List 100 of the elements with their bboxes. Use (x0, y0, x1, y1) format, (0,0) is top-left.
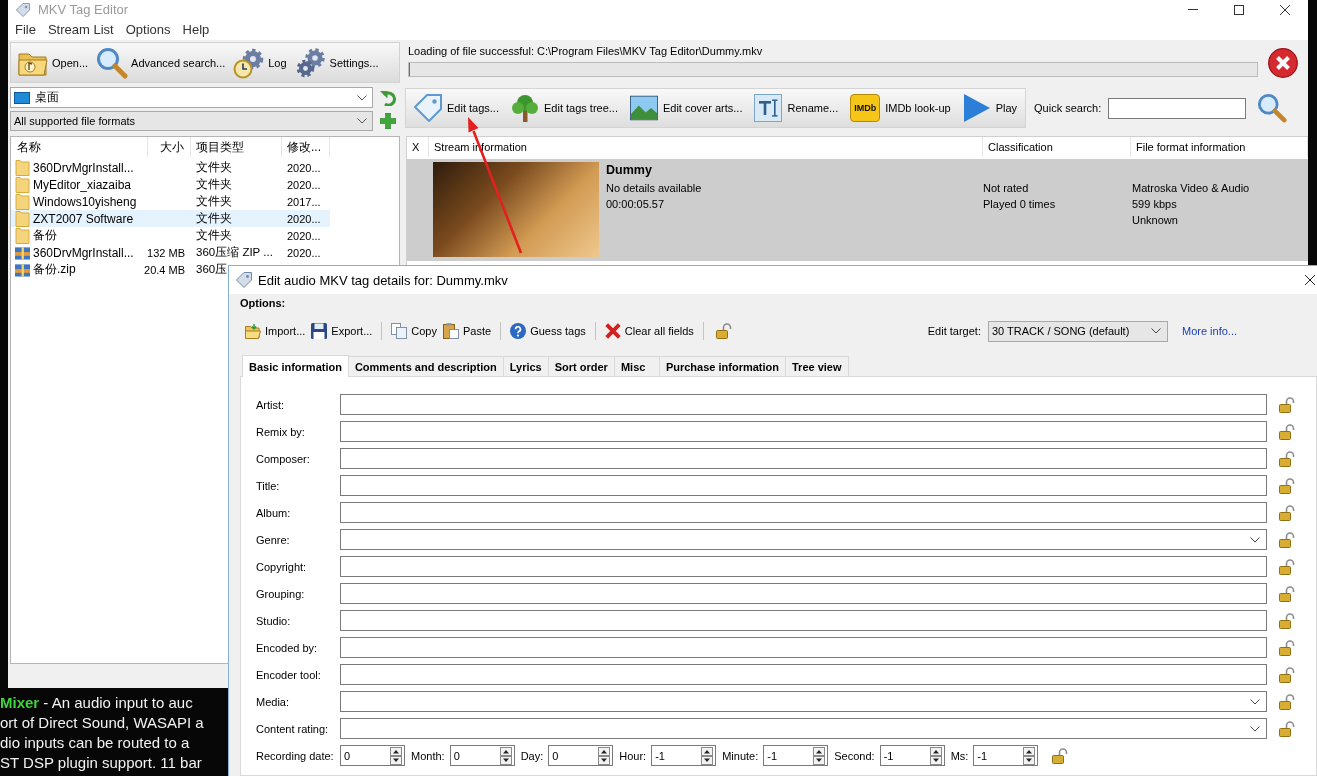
menu-item[interactable]: Stream List (41, 21, 120, 38)
toolbar-button[interactable]: Edit tags... (408, 90, 505, 126)
tab[interactable]: Basic information (242, 355, 349, 377)
toolbar-button[interactable]: IMDb IMDb look-up (844, 90, 957, 126)
input-field[interactable] (340, 556, 1267, 577)
column-header[interactable]: 名称 (11, 137, 148, 157)
search-icon[interactable] (1257, 93, 1288, 123)
spin-field[interactable]: 0 (548, 745, 614, 766)
file-date: 2017... (287, 195, 321, 208)
toolbar-button[interactable]: Guess tags (507, 320, 589, 342)
toolbar-button[interactable]: Advanced search... (92, 43, 230, 82)
dropdown-field[interactable] (340, 691, 1267, 712)
toolbar-button[interactable]: Settings... (290, 43, 383, 82)
input-field[interactable] (340, 502, 1267, 523)
input-field[interactable] (340, 421, 1267, 442)
padlock-icon[interactable] (1277, 504, 1295, 521)
dropdown-field[interactable] (340, 529, 1267, 550)
window-title: MKV Tag Editor (38, 2, 129, 17)
toolbar-button[interactable]: Clear all fields (601, 320, 697, 342)
folder-icon (15, 193, 30, 210)
file-row[interactable]: 360DrvMgrInstall... 文件夹 2020... (11, 159, 330, 176)
close-icon[interactable] (1268, 48, 1298, 78)
toolbar-button[interactable]: Edit cover arts... (623, 90, 749, 126)
toolbar-button[interactable]: Log (229, 43, 291, 82)
padlock-icon[interactable] (1277, 423, 1295, 440)
padlock-icon[interactable] (1277, 693, 1295, 710)
toolbar-button[interactable]: Import... (242, 320, 309, 342)
padlock-icon[interactable] (1277, 720, 1295, 737)
toolbar-button[interactable]: Edit tags tree... (505, 90, 624, 126)
format-text: Unknown (1132, 213, 1179, 228)
spin-field[interactable]: -1 (763, 745, 829, 766)
spin-field[interactable]: -1 (651, 745, 717, 766)
toolbar-button[interactable]: Export... (308, 320, 376, 342)
filter-dropdown[interactable]: All supported file formats (10, 111, 373, 131)
spin-arrows-icon (598, 746, 611, 765)
dropdown-field[interactable] (340, 718, 1267, 739)
column-header[interactable]: 大小 (148, 137, 191, 157)
help-icon (510, 323, 527, 339)
input-field[interactable] (340, 583, 1267, 604)
more-info-link[interactable]: More info... (1181, 325, 1237, 337)
toolbar-button[interactable]: Paste (440, 320, 495, 342)
input-field[interactable] (340, 610, 1267, 631)
format-text: 599 kbps (1132, 197, 1178, 212)
spin-field[interactable]: -1 (973, 745, 1039, 766)
format-text: Matroska Video & Audio (1132, 181, 1251, 196)
column-header[interactable]: File format information (1131, 137, 1308, 157)
padlock-icon[interactable] (1277, 531, 1295, 548)
padlock-icon[interactable] (1277, 639, 1295, 656)
column-header[interactable]: 修改... (282, 137, 330, 157)
edit-target-dropdown[interactable]: 30 TRACK / SONG (default) (987, 320, 1168, 342)
add-icon[interactable] (380, 113, 396, 129)
file-row[interactable]: ZXT2007 Software 文件夹 2020... (11, 210, 330, 227)
column-header[interactable]: 项目类型 (191, 137, 282, 157)
file-row[interactable]: 360DrvMgrInstall... 132 MB 360压缩 ZIP ... 2020... (11, 244, 330, 261)
menu-item[interactable]: Options (119, 21, 177, 38)
file-row[interactable]: 备份 文件夹 2020... (11, 227, 330, 244)
input-field[interactable] (340, 448, 1267, 469)
input-field[interactable] (340, 664, 1267, 685)
padlock-icon[interactable] (713, 323, 732, 339)
menu-item[interactable]: File (9, 21, 42, 38)
tag-icon (236, 272, 252, 288)
file-row[interactable]: Windows10yisheng 文件夹 2017... (11, 193, 330, 210)
padlock-icon[interactable] (1277, 450, 1295, 467)
spin-field[interactable]: -1 (879, 745, 945, 766)
toolbar-button[interactable]: Rename... (748, 90, 845, 126)
toolbar-button[interactable]: Copy (388, 320, 440, 342)
refresh-icon[interactable] (380, 89, 396, 106)
input-field[interactable] (340, 394, 1267, 415)
column-header[interactable]: X (407, 137, 429, 157)
close-icon[interactable] (1305, 275, 1315, 285)
tab[interactable]: Tree view (785, 356, 849, 376)
file-row[interactable]: MyEditor_xiazaiba 文件夹 2020... (11, 176, 330, 193)
field-label: Artist: (256, 398, 286, 411)
padlock-icon[interactable] (1277, 477, 1295, 494)
field-label: Hour: (619, 749, 647, 762)
input-field[interactable] (340, 637, 1267, 658)
spin-field[interactable]: 0 (340, 745, 405, 766)
padlock-icon[interactable] (1277, 666, 1295, 683)
padlock-icon[interactable] (1277, 396, 1295, 413)
toolbar-button[interactable]: Play (956, 90, 1024, 126)
field-label: Genre: (256, 533, 291, 546)
padlock-icon[interactable] (1277, 558, 1295, 575)
close-icon[interactable] (1280, 4, 1290, 15)
column-header[interactable]: Classification (983, 137, 1131, 157)
tab[interactable]: Comments and description (347, 356, 504, 376)
maximize-icon[interactable] (1234, 4, 1244, 15)
tab[interactable]: Lyrics (502, 356, 549, 376)
padlock-icon[interactable] (1050, 747, 1069, 764)
spin-field[interactable]: 0 (449, 745, 515, 766)
input-field[interactable] (340, 475, 1267, 496)
toolbar-button[interactable]: Open... (13, 43, 93, 82)
location-dropdown[interactable]: 桌面 (10, 87, 373, 108)
menu-item[interactable]: Help (176, 21, 216, 38)
file-type: 文件夹 (196, 229, 232, 241)
padlock-icon[interactable] (1277, 585, 1295, 602)
field-label: Day: (520, 749, 544, 762)
quick-search-field[interactable] (1108, 97, 1247, 119)
play-icon (962, 94, 991, 122)
stream-row[interactable]: Dummy No details available 00:00:05.57 Not rated Played 0 times Matroska Video & Audio 599 kbps Unknown (407, 159, 1308, 261)
padlock-icon[interactable] (1277, 612, 1295, 629)
